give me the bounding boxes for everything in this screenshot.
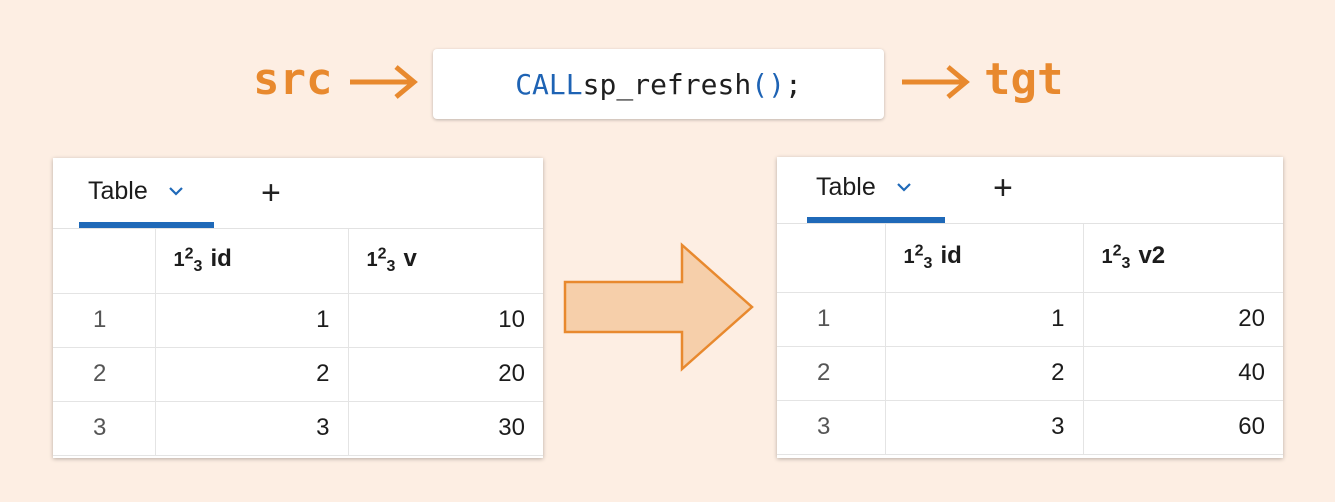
data-grid: 123 id 123 v2 1 1 20 2 2 40 3 3 60 <box>777 224 1283 455</box>
row-number: 3 <box>777 400 886 455</box>
numeric-type-icon: 123 <box>366 245 396 276</box>
open-paren: ( <box>751 67 769 101</box>
src-label: src <box>253 54 333 105</box>
numeric-type-icon: 123 <box>173 245 203 276</box>
tab-table[interactable]: Table <box>816 157 912 217</box>
corner-cell <box>777 224 886 293</box>
add-tab-icon[interactable]: + <box>993 171 1013 205</box>
column-header-id[interactable]: 123 id <box>885 224 1084 293</box>
table-row[interactable]: 2 2 40 <box>777 346 1283 401</box>
tab-label: Table <box>816 172 876 201</box>
cell-id[interactable]: 1 <box>155 293 349 348</box>
cell-id[interactable]: 3 <box>155 401 349 456</box>
column-label: v <box>403 245 417 273</box>
tab-table[interactable]: Table <box>88 158 184 224</box>
column-header-id[interactable]: 123 id <box>155 229 349 294</box>
numeric-type-icon: 123 <box>1101 242 1131 273</box>
cell-id[interactable]: 2 <box>155 347 349 402</box>
tab-bar: Table + <box>777 157 1283 224</box>
numeric-type-icon: 123 <box>903 242 933 273</box>
column-label: id <box>210 245 232 273</box>
header-row: 123 id 123 v <box>53 229 543 294</box>
row-number: 2 <box>777 346 886 401</box>
cell-id[interactable]: 2 <box>885 346 1084 401</box>
cell-v2[interactable]: 40 <box>1083 346 1283 401</box>
table-row[interactable]: 3 3 60 <box>777 400 1283 455</box>
active-tab-indicator <box>807 217 945 223</box>
column-label: v2 <box>1138 242 1166 270</box>
row-number: 1 <box>777 292 886 347</box>
cell-v2[interactable]: 20 <box>1083 292 1283 347</box>
column-label: id <box>940 242 962 270</box>
active-tab-indicator <box>79 222 214 228</box>
transform-arrow-icon <box>563 242 754 372</box>
corner-cell <box>53 229 156 294</box>
row-number: 2 <box>53 347 156 402</box>
sql-statement: CALL sp_refresh(); <box>433 49 884 119</box>
right-arrow-icon <box>350 65 418 99</box>
chevron-down-icon[interactable] <box>168 186 184 196</box>
table-row[interactable]: 2 2 20 <box>53 347 543 402</box>
sql-keyword: CALL <box>515 67 583 101</box>
cell-id[interactable]: 3 <box>885 400 1084 455</box>
source-table-panel: Table + 123 id 123 v 1 1 10 2 2 20 3 3 30 <box>53 158 543 458</box>
cell-v[interactable]: 30 <box>348 401 543 456</box>
chevron-down-icon[interactable] <box>896 182 912 192</box>
tgt-label: tgt <box>984 54 1064 105</box>
table-row[interactable]: 1 1 10 <box>53 293 543 348</box>
semicolon: ; <box>784 67 802 101</box>
procedure-name: sp_refresh <box>582 67 752 101</box>
cell-v2[interactable]: 60 <box>1083 400 1283 455</box>
add-tab-icon[interactable]: + <box>261 176 281 210</box>
table-row[interactable]: 1 1 20 <box>777 292 1283 347</box>
tab-label: Table <box>88 176 148 205</box>
close-paren: ) <box>768 67 785 101</box>
row-number: 1 <box>53 293 156 348</box>
right-arrow-icon <box>902 65 970 99</box>
column-header-v2[interactable]: 123 v2 <box>1083 224 1283 293</box>
data-grid: 123 id 123 v 1 1 10 2 2 20 3 3 30 <box>53 229 543 456</box>
cell-id[interactable]: 1 <box>885 292 1084 347</box>
tab-bar: Table + <box>53 158 543 229</box>
header-row: 123 id 123 v2 <box>777 224 1283 293</box>
table-row[interactable]: 3 3 30 <box>53 401 543 456</box>
column-header-v[interactable]: 123 v <box>348 229 543 294</box>
cell-v[interactable]: 10 <box>348 293 543 348</box>
target-table-panel: Table + 123 id 123 v2 1 1 20 2 2 40 3 3 60 <box>777 157 1283 458</box>
cell-v[interactable]: 20 <box>348 347 543 402</box>
row-number: 3 <box>53 401 156 456</box>
